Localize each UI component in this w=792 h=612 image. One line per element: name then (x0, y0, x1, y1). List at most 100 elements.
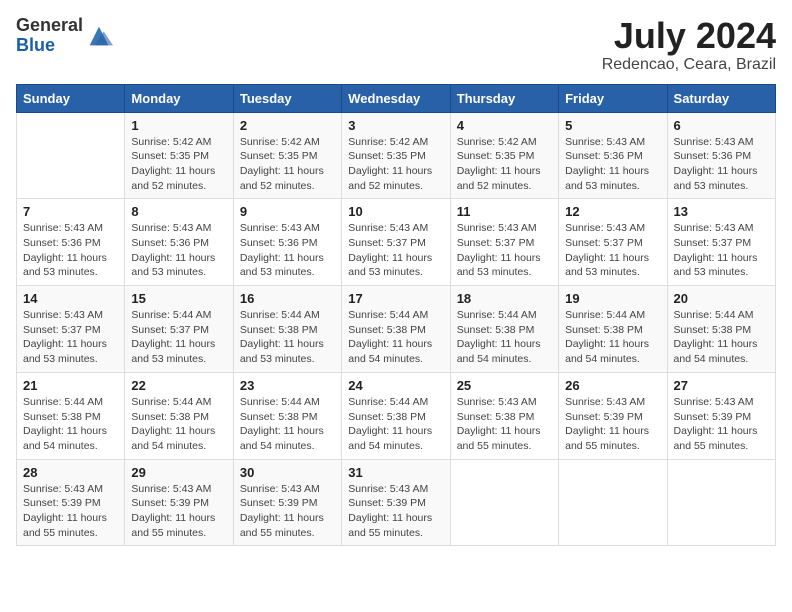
day-cell-26: 26 Sunrise: 5:43 AMSunset: 5:39 PMDayligh… (559, 372, 667, 459)
day-info-29: Sunrise: 5:43 AMSunset: 5:39 PMDaylight:… (131, 482, 226, 541)
page-header: General Blue July 2024 Redencao, Ceara, … (16, 16, 776, 74)
day-info-4: Sunrise: 5:42 AMSunset: 5:35 PMDaylight:… (457, 135, 552, 194)
week-row-5: 28 Sunrise: 5:43 AMSunset: 5:39 PMDayligh… (17, 459, 776, 546)
day-number-1: 1 (131, 118, 226, 133)
day-cell-7: 7 Sunrise: 5:43 AMSunset: 5:36 PMDaylight… (17, 199, 125, 286)
day-number-5: 5 (565, 118, 660, 133)
day-number-12: 12 (565, 204, 660, 219)
logo-general: General (16, 16, 83, 36)
day-info-13: Sunrise: 5:43 AMSunset: 5:37 PMDaylight:… (674, 221, 769, 280)
day-number-29: 29 (131, 465, 226, 480)
day-number-15: 15 (131, 291, 226, 306)
day-info-31: Sunrise: 5:43 AMSunset: 5:39 PMDaylight:… (348, 482, 443, 541)
day-number-20: 20 (674, 291, 769, 306)
week-row-3: 14 Sunrise: 5:43 AMSunset: 5:37 PMDayligh… (17, 286, 776, 373)
day-info-18: Sunrise: 5:44 AMSunset: 5:38 PMDaylight:… (457, 308, 552, 367)
day-info-15: Sunrise: 5:44 AMSunset: 5:37 PMDaylight:… (131, 308, 226, 367)
day-cell-27: 27 Sunrise: 5:43 AMSunset: 5:39 PMDayligh… (667, 372, 775, 459)
day-info-3: Sunrise: 5:42 AMSunset: 5:35 PMDaylight:… (348, 135, 443, 194)
day-info-11: Sunrise: 5:43 AMSunset: 5:37 PMDaylight:… (457, 221, 552, 280)
day-info-2: Sunrise: 5:42 AMSunset: 5:35 PMDaylight:… (240, 135, 335, 194)
day-cell-22: 22Sunrise: 5:44 AMSunset: 5:38 PMDayligh… (125, 372, 233, 459)
day-info-6: Sunrise: 5:43 AMSunset: 5:36 PMDaylight:… (674, 135, 769, 194)
weekday-header-row: SundayMondayTuesdayWednesdayThursdayFrid… (17, 84, 776, 112)
day-cell-1: 1Sunrise: 5:42 AMSunset: 5:35 PMDaylight… (125, 112, 233, 199)
day-number-23: 23 (240, 378, 335, 393)
day-number-6: 6 (674, 118, 769, 133)
day-number-27: 27 (674, 378, 769, 393)
day-info-30: Sunrise: 5:43 AMSunset: 5:39 PMDaylight:… (240, 482, 335, 541)
day-info-5: Sunrise: 5:43 AMSunset: 5:36 PMDaylight:… (565, 135, 660, 194)
weekday-header-sunday: Sunday (17, 84, 125, 112)
day-number-14: 14 (23, 291, 118, 306)
day-cell-3: 3 Sunrise: 5:42 AMSunset: 5:35 PMDaylight… (342, 112, 450, 199)
day-number-2: 2 (240, 118, 335, 133)
day-cell-10: 10 Sunrise: 5:43 AMSunset: 5:37 PMDayligh… (342, 199, 450, 286)
day-cell-25: 25 Sunrise: 5:43 AMSunset: 5:38 PMDayligh… (450, 372, 558, 459)
day-info-21: Sunrise: 5:44 AMSunset: 5:38 PMDaylight:… (23, 395, 118, 454)
weekday-header-saturday: Saturday (667, 84, 775, 112)
day-cell-13: 13 Sunrise: 5:43 AMSunset: 5:37 PMDayligh… (667, 199, 775, 286)
weekday-header-wednesday: Wednesday (342, 84, 450, 112)
day-info-17: Sunrise: 5:44 AMSunset: 5:38 PMDaylight:… (348, 308, 443, 367)
day-cell-17: 17 Sunrise: 5:44 AMSunset: 5:38 PMDayligh… (342, 286, 450, 373)
day-info-23: Sunrise: 5:44 AMSunset: 5:38 PMDaylight:… (240, 395, 335, 454)
weekday-header-friday: Friday (559, 84, 667, 112)
day-number-19: 19 (565, 291, 660, 306)
day-info-26: Sunrise: 5:43 AMSunset: 5:39 PMDaylight:… (565, 395, 660, 454)
day-number-28: 28 (23, 465, 118, 480)
day-cell-4: 4Sunrise: 5:42 AMSunset: 5:35 PMDaylight… (450, 112, 558, 199)
day-info-27: Sunrise: 5:43 AMSunset: 5:39 PMDaylight:… (674, 395, 769, 454)
day-number-11: 11 (457, 204, 552, 219)
empty-cell (559, 459, 667, 546)
day-number-8: 8 (131, 204, 226, 219)
empty-cell (17, 112, 125, 199)
day-number-3: 3 (348, 118, 443, 133)
day-number-16: 16 (240, 291, 335, 306)
day-info-8: Sunrise: 5:43 AMSunset: 5:36 PMDaylight:… (131, 221, 226, 280)
day-cell-9: 9Sunrise: 5:43 AMSunset: 5:36 PMDaylight… (233, 199, 341, 286)
day-cell-12: 12 Sunrise: 5:43 AMSunset: 5:37 PMDayligh… (559, 199, 667, 286)
weekday-header-monday: Monday (125, 84, 233, 112)
day-info-10: Sunrise: 5:43 AMSunset: 5:37 PMDaylight:… (348, 221, 443, 280)
week-row-2: 7 Sunrise: 5:43 AMSunset: 5:36 PMDaylight… (17, 199, 776, 286)
month-year-title: July 2024 (602, 16, 776, 56)
weekday-header-thursday: Thursday (450, 84, 558, 112)
day-number-22: 22 (131, 378, 226, 393)
day-number-13: 13 (674, 204, 769, 219)
day-cell-8: 8 Sunrise: 5:43 AMSunset: 5:36 PMDaylight… (125, 199, 233, 286)
day-cell-15: 15 Sunrise: 5:44 AMSunset: 5:37 PMDayligh… (125, 286, 233, 373)
day-info-25: Sunrise: 5:43 AMSunset: 5:38 PMDaylight:… (457, 395, 552, 454)
day-cell-19: 19Sunrise: 5:44 AMSunset: 5:38 PMDayligh… (559, 286, 667, 373)
day-cell-23: 23 Sunrise: 5:44 AMSunset: 5:38 PMDayligh… (233, 372, 341, 459)
day-info-12: Sunrise: 5:43 AMSunset: 5:37 PMDaylight:… (565, 221, 660, 280)
day-number-31: 31 (348, 465, 443, 480)
day-cell-30: 30Sunrise: 5:43 AMSunset: 5:39 PMDayligh… (233, 459, 341, 546)
day-info-16: Sunrise: 5:44 AMSunset: 5:38 PMDaylight:… (240, 308, 335, 367)
calendar-table: SundayMondayTuesdayWednesdayThursdayFrid… (16, 84, 776, 547)
location-label: Redencao, Ceara, Brazil (602, 56, 776, 74)
empty-cell (667, 459, 775, 546)
day-cell-31: 31 Sunrise: 5:43 AMSunset: 5:39 PMDayligh… (342, 459, 450, 546)
day-number-24: 24 (348, 378, 443, 393)
day-cell-24: 24 Sunrise: 5:44 AMSunset: 5:38 PMDayligh… (342, 372, 450, 459)
day-info-9: Sunrise: 5:43 AMSunset: 5:36 PMDaylight:… (240, 221, 335, 280)
day-number-7: 7 (23, 204, 118, 219)
day-number-18: 18 (457, 291, 552, 306)
day-info-14: Sunrise: 5:43 AMSunset: 5:37 PMDaylight:… (23, 308, 118, 367)
logo: General Blue (16, 16, 113, 56)
day-cell-21: 21 Sunrise: 5:44 AMSunset: 5:38 PMDayligh… (17, 372, 125, 459)
day-cell-5: 5 Sunrise: 5:43 AMSunset: 5:36 PMDaylight… (559, 112, 667, 199)
day-info-7: Sunrise: 5:43 AMSunset: 5:36 PMDaylight:… (23, 221, 118, 280)
day-number-17: 17 (348, 291, 443, 306)
day-number-26: 26 (565, 378, 660, 393)
day-number-21: 21 (23, 378, 118, 393)
day-cell-16: 16 Sunrise: 5:44 AMSunset: 5:38 PMDayligh… (233, 286, 341, 373)
day-info-28: Sunrise: 5:43 AMSunset: 5:39 PMDaylight:… (23, 482, 118, 541)
week-row-1: 1 Sunrise: 5:42 AMSunset: 5:35 PMDaylight… (17, 112, 776, 199)
day-number-25: 25 (457, 378, 552, 393)
title-block: July 2024 Redencao, Ceara, Brazil (602, 16, 776, 74)
day-number-10: 10 (348, 204, 443, 219)
day-cell-28: 28 Sunrise: 5:43 AMSunset: 5:39 PMDayligh… (17, 459, 125, 546)
day-info-24: Sunrise: 5:44 AMSunset: 5:38 PMDaylight:… (348, 395, 443, 454)
